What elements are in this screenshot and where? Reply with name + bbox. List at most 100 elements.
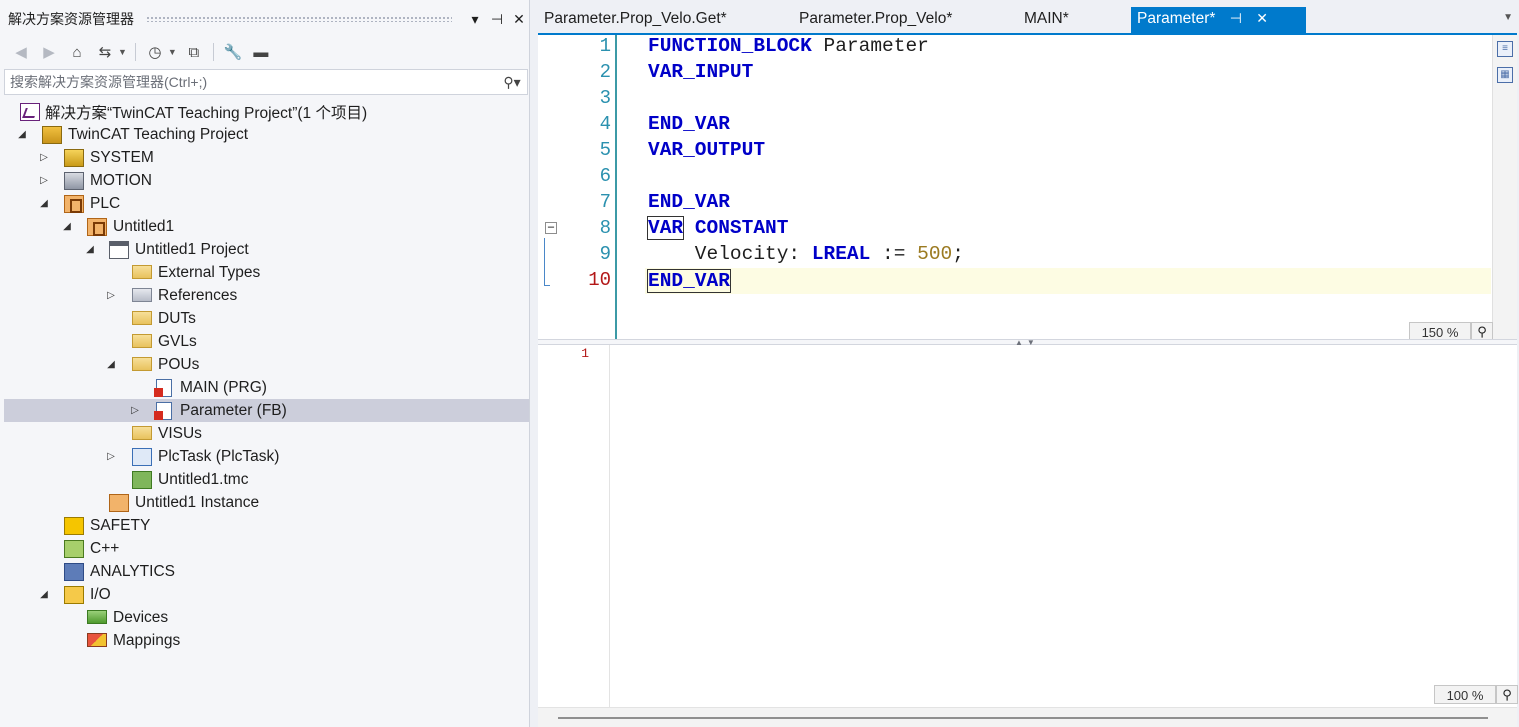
search-icon[interactable]: ⚲▾: [497, 74, 527, 91]
tree-item-label: Devices: [113, 608, 169, 626]
task-icon: [132, 447, 152, 466]
tree-item-twincat-project[interactable]: ◢ TwinCAT Teaching Project: [4, 123, 529, 146]
code-line: VAR_OUTPUT: [648, 139, 766, 161]
tree-item-plc[interactable]: ◢ PLC: [4, 192, 529, 215]
collapse-region-icon[interactable]: −: [545, 221, 557, 234]
line-number: 4: [599, 113, 611, 135]
zoom-level-indicator[interactable]: 150 %: [1409, 322, 1471, 339]
drag-grip[interactable]: [146, 16, 452, 22]
chevron-down-icon[interactable]: ▼: [118, 47, 127, 57]
tmc-icon: [132, 470, 152, 489]
safety-icon: [64, 516, 84, 535]
collapsed-arrow-icon[interactable]: ▷: [105, 451, 117, 463]
expanded-arrow-icon[interactable]: ◢: [16, 129, 28, 141]
collapsed-arrow-icon[interactable]: ▷: [38, 175, 50, 187]
zoom-magnifier-icon[interactable]: ⚲: [1496, 685, 1518, 704]
editor-side-bar: ≡ ▦: [1492, 35, 1517, 339]
folder-open-icon: [132, 357, 152, 371]
close-icon[interactable]: ✕: [508, 11, 530, 28]
tabular-view-icon[interactable]: ▦: [1497, 67, 1513, 83]
tree-item-external-types[interactable]: External Types: [4, 261, 529, 284]
tree-item-cpp[interactable]: C++: [4, 537, 529, 560]
tab-parameter-prop-velo-get[interactable]: Parameter.Prop_Velo.Get*: [538, 7, 733, 33]
tree-item-gvls[interactable]: GVLs: [4, 330, 529, 353]
back-icon[interactable]: ◀: [10, 41, 32, 63]
folder-icon: [132, 334, 152, 348]
expanded-arrow-icon[interactable]: ◢: [105, 359, 117, 371]
tab-parameter-prop-velo[interactable]: Parameter.Prop_Velo*: [793, 7, 958, 33]
tree-item-parameter-fb[interactable]: ▷ Parameter (FB): [4, 399, 529, 422]
pin-icon[interactable]: ⊣: [1230, 10, 1242, 27]
code-line: END_VAR: [648, 191, 730, 213]
tree-item-devices[interactable]: Devices: [4, 606, 529, 629]
tree-item-label: SAFETY: [90, 516, 151, 534]
tree-item-untitled1-project[interactable]: ◢ Untitled1 Project: [4, 238, 529, 261]
zoom-level-indicator[interactable]: 100 %: [1434, 685, 1496, 704]
text-caret: [729, 269, 731, 289]
pending-changes-filter-icon[interactable]: ◷: [144, 41, 166, 63]
code-line: FUNCTION_BLOCK Parameter: [648, 35, 929, 57]
expanded-arrow-icon[interactable]: ◢: [38, 198, 50, 210]
expanded-arrow-icon[interactable]: ◢: [84, 244, 96, 256]
tree-item-label: References: [158, 286, 238, 304]
tree-item-safety[interactable]: SAFETY: [4, 514, 529, 537]
solution-search-input[interactable]: [10, 74, 497, 90]
properties-wrench-icon[interactable]: 🔧: [222, 41, 244, 63]
chevron-down-icon[interactable]: ▼: [168, 47, 177, 57]
home-icon[interactable]: ⌂: [66, 41, 88, 63]
implementation-line-gutter: 1: [538, 345, 610, 707]
toolbar-separator: [212, 43, 214, 61]
twincat-ide: 解决方案资源管理器 ▾ ⊣ ✕ ◀ ▶ ⌂ ⇆ ▼ ◷ ▼ ⧉ 🔧 ▬ ⚲▾: [0, 0, 1519, 727]
expanded-arrow-icon[interactable]: ◢: [38, 589, 50, 601]
tab-overflow-dropdown-icon[interactable]: ▼: [1503, 12, 1513, 23]
tree-item-pous[interactable]: ◢ POUs: [4, 353, 529, 376]
tab-main[interactable]: MAIN*: [1018, 7, 1075, 33]
collapsed-arrow-icon[interactable]: ▷: [129, 405, 141, 417]
tab-label: MAIN*: [1024, 10, 1069, 27]
collapsed-arrow-icon[interactable]: ▷: [38, 152, 50, 164]
tree-item-untitled1-instance[interactable]: Untitled1 Instance: [4, 491, 529, 514]
tree-item-main-prg[interactable]: MAIN (PRG): [4, 376, 529, 399]
tree-item-references[interactable]: ▷ References: [4, 284, 529, 307]
tree-item-solution[interactable]: 解决方案“TwinCAT Teaching Project”(1 个项目): [4, 100, 529, 123]
mappings-icon: [87, 633, 107, 647]
tab-parameter[interactable]: Parameter* ⊣ ✕: [1131, 7, 1306, 33]
switch-views-icon[interactable]: ⇆: [94, 41, 116, 63]
tree-item-io[interactable]: ◢ I/O: [4, 583, 529, 606]
close-icon[interactable]: ✕: [1256, 10, 1268, 27]
window-position-dropdown[interactable]: ▾: [464, 11, 486, 28]
preview-icon[interactable]: ▬: [250, 41, 272, 63]
zoom-magnifier-icon[interactable]: ⚲: [1471, 322, 1493, 339]
tree-item-label: Parameter (FB): [180, 401, 287, 419]
pou-icon: [154, 378, 172, 397]
analytics-icon: [64, 562, 84, 581]
plc-project-icon: [87, 217, 107, 236]
tree-item-system[interactable]: ▷ SYSTEM: [4, 146, 529, 169]
tree-item-motion[interactable]: ▷ MOTION: [4, 169, 529, 192]
line-number-gutter: 1 2 3 4 5 6 7 8 9 10 −: [538, 35, 617, 339]
line-number: 2: [599, 61, 611, 83]
collapse-all-icon[interactable]: ⧉: [183, 41, 205, 63]
horizontal-scrollbar[interactable]: [538, 707, 1517, 727]
expanded-arrow-icon[interactable]: ◢: [61, 221, 73, 233]
textual-view-icon[interactable]: ≡: [1497, 41, 1513, 57]
line-number: 9: [599, 243, 611, 265]
tree-item-plctask[interactable]: ▷ PlcTask (PlcTask): [4, 445, 529, 468]
forward-icon[interactable]: ▶: [38, 41, 60, 63]
line-number: 6: [599, 165, 611, 187]
tree-item-visus[interactable]: VISUs: [4, 422, 529, 445]
tree-item-analytics[interactable]: ANALYTICS: [4, 560, 529, 583]
tree-item-duts[interactable]: DUTs: [4, 307, 529, 330]
collapsed-arrow-icon[interactable]: ▷: [105, 290, 117, 302]
tree-item-mappings[interactable]: Mappings: [4, 629, 529, 652]
scrollbar-thumb[interactable]: [558, 717, 1488, 719]
tree-item-untitled1-tmc[interactable]: Untitled1.tmc: [4, 468, 529, 491]
pin-icon[interactable]: ⊣: [486, 11, 508, 28]
solution-search-box: ⚲▾: [4, 69, 528, 95]
implementation-editor[interactable]: 1 100 % ⚲: [538, 345, 1518, 707]
tree-item-untitled1[interactable]: ◢ Untitled1: [4, 215, 529, 238]
line-number-current: 1: [581, 346, 589, 361]
declaration-editor[interactable]: 1 2 3 4 5 6 7 8 9 10 − FUNCTION_BLOCK Pa…: [538, 33, 1517, 339]
solution-icon: [20, 102, 40, 121]
